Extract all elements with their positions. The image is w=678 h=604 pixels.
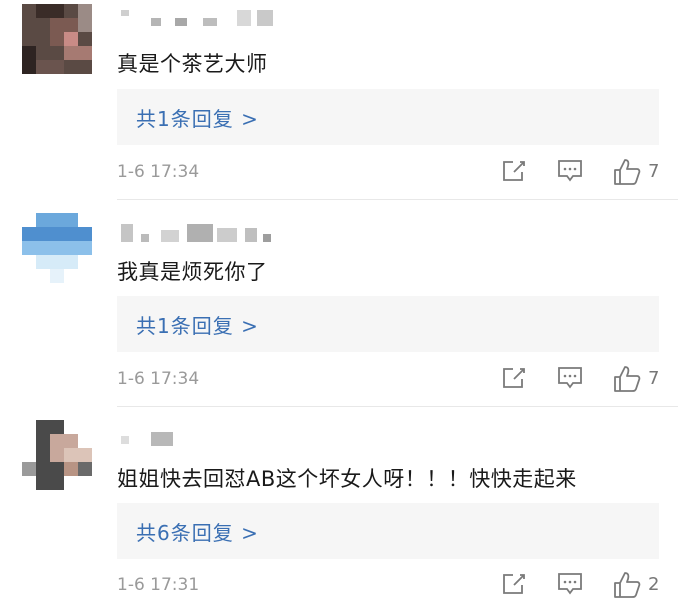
comment-icon[interactable] — [557, 365, 583, 391]
comment-meta: 1-6 17:34 7 — [117, 365, 662, 395]
view-replies-link[interactable]: 共1条回复 > — [136, 310, 259, 339]
comment-text: 姐姐快去回怼AB这个坏女人呀！！！快快走起来 — [117, 467, 577, 491]
thumbs-up-icon[interactable] — [613, 571, 641, 599]
comment-meta: 1-6 17:34 7 — [117, 158, 662, 188]
comment-meta: 1-6 17:31 2 — [117, 571, 662, 601]
reply-box[interactable]: 共1条回复 > — [117, 296, 659, 352]
comment-time: 1-6 17:34 — [117, 162, 200, 182]
divider — [117, 199, 678, 200]
view-replies-link[interactable]: 共1条回复 > — [136, 103, 259, 132]
share-icon[interactable] — [502, 158, 526, 184]
thumbs-up-icon[interactable] — [613, 365, 641, 393]
reply-box[interactable]: 共1条回复 > — [117, 89, 659, 145]
comment-text: 真是个茶艺大师 — [117, 52, 268, 76]
nickname-pixelated[interactable] — [117, 8, 287, 30]
thumbs-up-icon[interactable] — [613, 158, 641, 186]
avatar[interactable] — [22, 420, 92, 490]
like-count: 7 — [648, 161, 660, 182]
like-count: 7 — [648, 368, 660, 389]
comment-time: 1-6 17:31 — [117, 575, 200, 595]
share-icon[interactable] — [502, 571, 526, 597]
avatar[interactable] — [22, 213, 92, 283]
comment-text: 我真是烦死你了 — [117, 260, 268, 284]
view-replies-link[interactable]: 共6条回复 > — [136, 517, 259, 546]
nickname-pixelated[interactable] — [117, 430, 177, 452]
share-icon[interactable] — [502, 365, 526, 391]
nickname-pixelated[interactable] — [117, 222, 277, 244]
comment-time: 1-6 17:34 — [117, 369, 200, 389]
avatar[interactable] — [22, 4, 92, 74]
reply-box[interactable]: 共6条回复 > — [117, 503, 659, 559]
divider — [117, 406, 678, 407]
like-count: 2 — [648, 574, 660, 595]
comment-icon[interactable] — [557, 571, 583, 597]
comment-icon[interactable] — [557, 158, 583, 184]
